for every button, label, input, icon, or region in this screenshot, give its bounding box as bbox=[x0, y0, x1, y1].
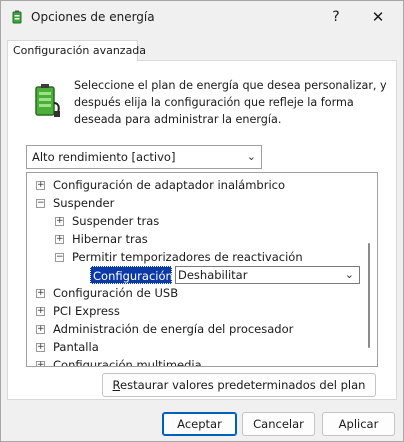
tab-advanced-settings[interactable]: Configuración avanzada bbox=[7, 40, 146, 61]
plus-icon[interactable]: + bbox=[55, 235, 64, 244]
tree-item-label: Configuración de adaptador inalámbrico bbox=[53, 178, 286, 192]
restore-button-label: estaurar valores predeterminados del pla… bbox=[120, 378, 366, 392]
window-title: Opciones de energía bbox=[31, 10, 155, 24]
cancel-button[interactable]: Cancelar bbox=[242, 412, 315, 436]
chevron-down-icon: ⌄ bbox=[246, 150, 256, 163]
power-plan-select[interactable]: Alto rendimiento [activo] ⌄ bbox=[26, 145, 262, 169]
plus-icon[interactable]: + bbox=[36, 361, 45, 366]
apply-button[interactable]: Aplicar bbox=[322, 412, 395, 436]
wake-timers-select[interactable]: Deshabilitar ⌄ bbox=[175, 266, 360, 284]
tree-item-label: Suspender tras bbox=[72, 214, 160, 228]
plus-icon[interactable]: + bbox=[36, 181, 45, 190]
restore-defaults-button[interactable]: Restaurar valores predeterminados del pl… bbox=[102, 373, 376, 397]
power-plan-value: Alto rendimiento [activo] bbox=[32, 150, 176, 164]
restore-button-mnemonic: R bbox=[112, 378, 120, 392]
plus-icon[interactable]: + bbox=[36, 289, 45, 298]
chevron-down-icon: ⌄ bbox=[344, 268, 354, 281]
tree-item-label: Suspender bbox=[53, 196, 115, 210]
tree-item-wireless-adapter[interactable]: + Configuración de adaptador inalámbrico bbox=[27, 176, 367, 194]
tree-item-label: Pantalla bbox=[53, 340, 99, 354]
plan-description: Seleccione el plan de energía que desea … bbox=[74, 79, 387, 126]
tree-item-label: Configuración multimedia bbox=[53, 358, 202, 367]
tree-item-label: Permitir temporizadores de reactivación bbox=[72, 250, 303, 264]
power-options-icon bbox=[12, 10, 22, 24]
plus-icon[interactable]: + bbox=[36, 343, 45, 352]
tree-item-sleep-after[interactable]: + Suspender tras bbox=[27, 212, 367, 230]
tree-item-multimedia[interactable]: + Configuración multimedia bbox=[27, 356, 367, 367]
tree-item-processor-power[interactable]: + Administración de energía del procesad… bbox=[27, 320, 367, 338]
tree-item-label: PCI Express bbox=[53, 304, 120, 318]
tree-item-label: Configuración de USB bbox=[53, 286, 179, 300]
plus-icon[interactable]: + bbox=[36, 307, 45, 316]
tree-item-label: Administración de energía del procesador bbox=[53, 322, 294, 336]
tree-item-pci-express[interactable]: + PCI Express bbox=[27, 302, 367, 320]
tree-item-sleep[interactable]: − Suspender bbox=[27, 194, 367, 212]
battery-plug-icon bbox=[35, 84, 60, 117]
setting-value: Deshabilitar bbox=[178, 268, 248, 282]
minus-icon[interactable]: − bbox=[55, 253, 64, 262]
close-button[interactable]: ✕ bbox=[358, 4, 398, 30]
tree-item-hibernate-after[interactable]: + Hibernar tras bbox=[27, 230, 367, 248]
tree-item-usb-settings[interactable]: + Configuración de USB bbox=[27, 284, 367, 302]
minus-icon[interactable]: − bbox=[36, 199, 45, 208]
power-options-window: Opciones de energía ? ✕ Configuración av… bbox=[0, 0, 404, 442]
help-button[interactable]: ? bbox=[318, 4, 354, 30]
plus-icon[interactable]: + bbox=[55, 217, 64, 226]
tree-item-label: Hibernar tras bbox=[72, 232, 148, 246]
setting-label: Configuración: bbox=[90, 266, 177, 284]
plus-icon[interactable]: + bbox=[36, 325, 45, 334]
tree-item-display[interactable]: + Pantalla bbox=[27, 338, 367, 356]
settings-tree[interactable]: + Configuración de adaptador inalámbrico… bbox=[26, 172, 378, 367]
tree-item-wake-timers[interactable]: − Permitir temporizadores de reactivació… bbox=[27, 248, 367, 266]
title-bar[interactable]: Opciones de energía ? ✕ bbox=[1, 1, 403, 34]
accept-button[interactable]: Aceptar bbox=[162, 412, 237, 436]
tree-scrollbar[interactable] bbox=[368, 243, 370, 348]
